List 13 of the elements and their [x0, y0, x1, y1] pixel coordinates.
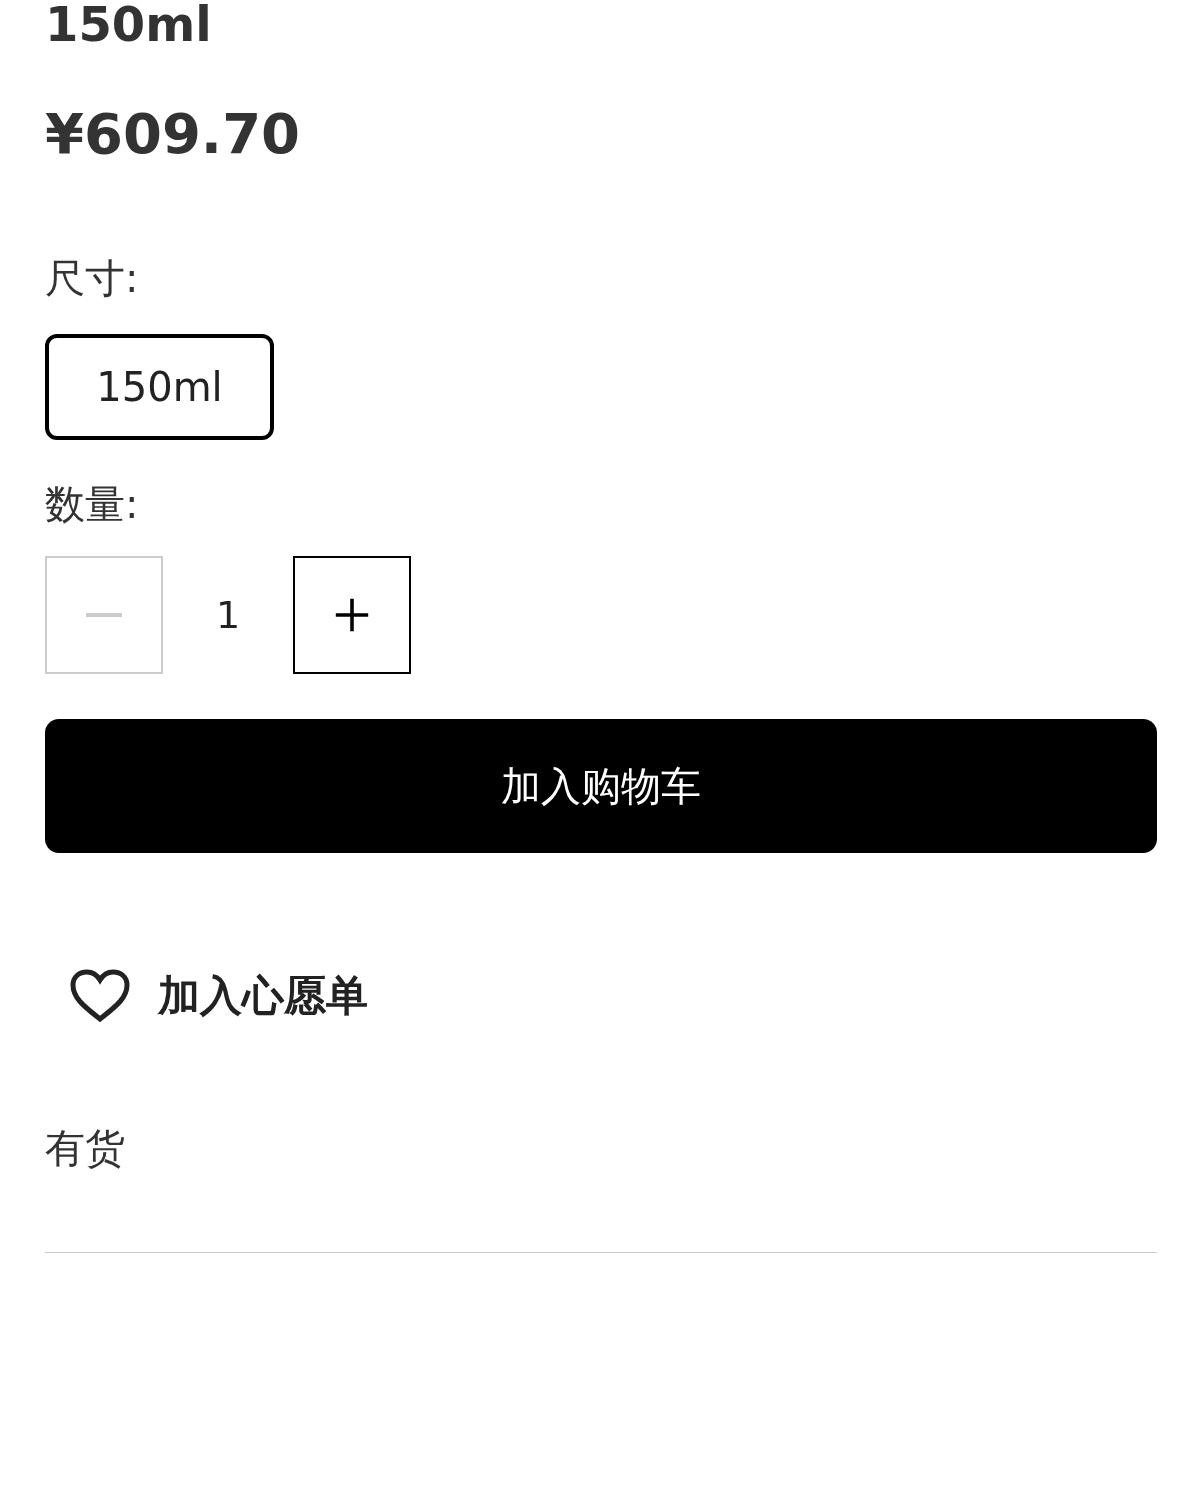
quantity-value: 1 — [214, 593, 242, 637]
product-price: ¥609.70 — [45, 106, 301, 162]
minus-icon — [86, 613, 122, 617]
heart-icon — [70, 969, 130, 1023]
add-to-cart-button[interactable]: 加入购物车 — [45, 719, 1157, 853]
wishlist-button[interactable]: 加入心愿单 — [70, 968, 368, 1024]
plus-icon — [334, 597, 370, 633]
increase-button[interactable] — [293, 556, 411, 674]
stock-status: 有货 — [45, 1124, 125, 1172]
product-title: 150ml — [45, 0, 212, 48]
size-option[interactable]: 150ml — [45, 334, 274, 440]
quantity-label: 数量: — [45, 480, 139, 528]
size-label: 尺寸: — [45, 254, 139, 302]
